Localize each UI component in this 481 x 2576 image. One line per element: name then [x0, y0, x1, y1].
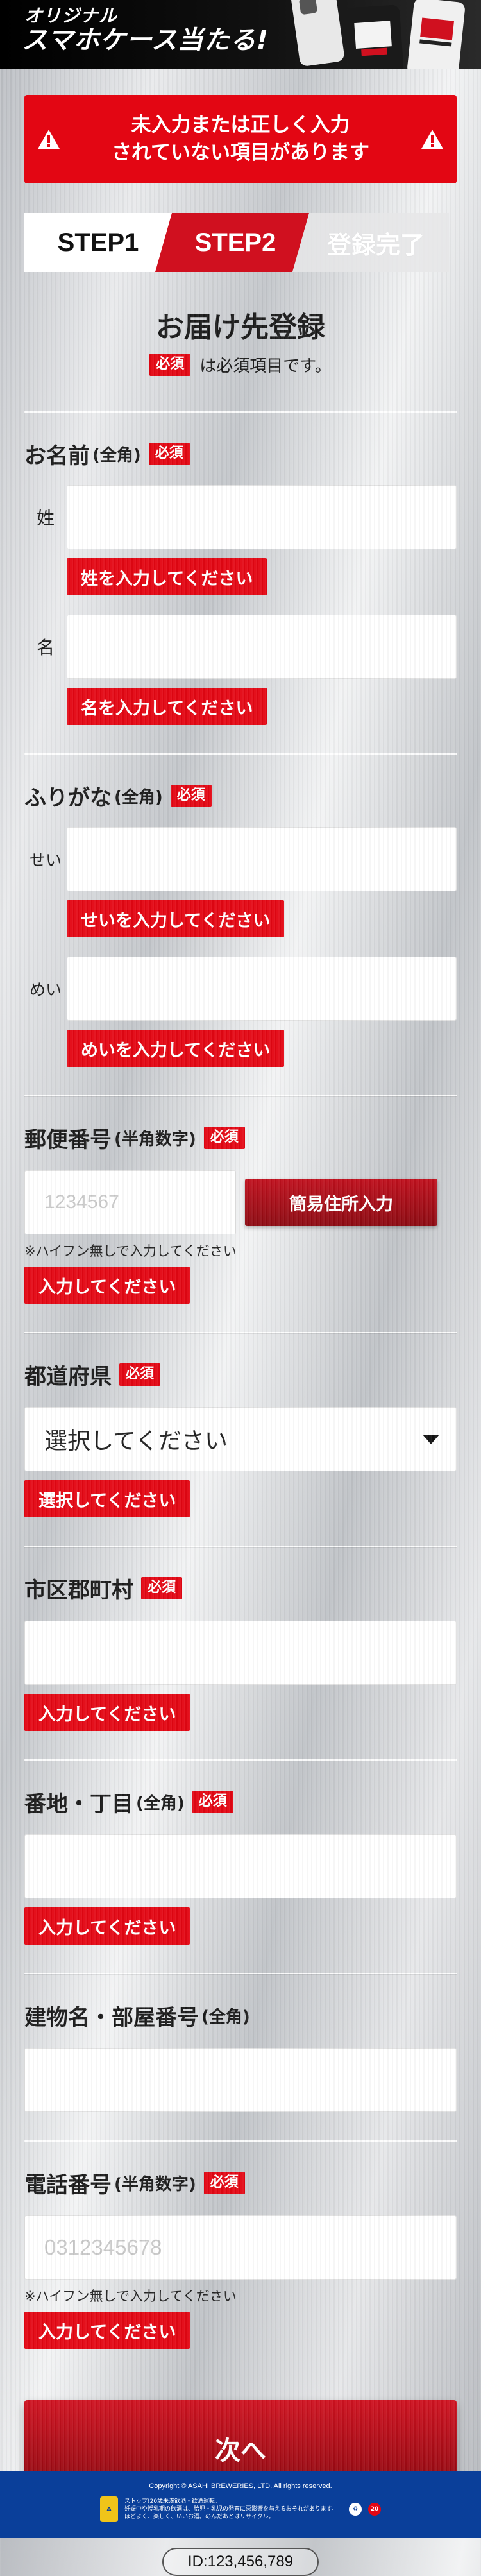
step-indicator: STEP1 STEP2 登録完了 — [24, 213, 457, 272]
campaign-title-line1: オリジナル — [24, 5, 118, 26]
street-error: 入力してください — [24, 1907, 190, 1945]
kana-label-text: ふりがな — [24, 785, 112, 811]
first-name-kana-input[interactable] — [67, 957, 457, 1021]
tel-label-text: 電話番号 — [24, 2172, 112, 2198]
alert-message-line2: されていない項目があります — [111, 141, 370, 164]
phone-cases-image — [291, 0, 465, 69]
first-name-kana-label: めい — [29, 980, 62, 999]
kana-field-group: ふりがな (全角) 必須 せい せいを入力してください めい めいを入力してくだ… — [24, 755, 457, 1067]
street-input[interactable] — [24, 1834, 457, 1898]
kana-label-hint: (全角) — [114, 788, 163, 807]
prefecture-selected-value: 選択してください — [44, 1428, 228, 1454]
name-field-group: お名前 (全角) 必須 姓 姓を入力してください 名 名を入力してください — [24, 413, 457, 725]
alert-message-line1: 未入力または正しく入力 — [131, 113, 350, 137]
required-badge: 必須 — [141, 1577, 183, 1599]
last-name-label: 姓 — [36, 508, 55, 529]
asahi-logo-icon: A — [100, 2496, 118, 2522]
warning-icon — [38, 130, 60, 149]
prefecture-error: 選択してください — [24, 1480, 190, 1517]
city-label-text: 市区郡町村 — [24, 1578, 133, 1603]
city-input[interactable] — [24, 1621, 457, 1685]
required-badge: 必須 — [170, 785, 212, 807]
id-badge: ID:123,456,789 — [162, 2548, 319, 2576]
prefecture-label: 都道府県 必須 — [24, 1359, 457, 1390]
validation-alert: 未入力または正しく入力 されていない項目があります — [24, 95, 457, 183]
street-label-hint: (全角) — [136, 1794, 185, 1813]
street-label: 番地・丁目 (全角) 必須 — [24, 1786, 457, 1818]
building-label: 建物名・部屋番号 (全角) — [24, 2000, 457, 2031]
city-label: 市区郡町村 必須 — [24, 1573, 457, 1604]
footer: Copyright © ASAHI BREWERIES, LTD. All ri… — [0, 2471, 481, 2538]
campaign-title-line2: スマホケース当たる! — [22, 25, 269, 55]
footer-notice: ストップ!20歳未満飲酒・飲酒運転。 妊娠中や授乳期の飲酒は、胎児・乳児の発育に… — [124, 2498, 342, 2521]
zip-help-text: ※ハイフン無しで入力してください — [24, 1243, 237, 1259]
step-2-current: STEP2 — [155, 213, 309, 272]
caret-down-icon — [423, 1434, 439, 1444]
last-name-kana-label: せい — [29, 851, 62, 869]
first-name-error: 名を入力してください — [67, 688, 267, 725]
last-name-kana-input[interactable] — [67, 827, 457, 891]
street-field-group: 番地・丁目 (全角) 必須 入力してください — [24, 1761, 457, 1945]
step-complete: 登録完了 — [292, 213, 449, 272]
zip-error: 入力してください — [24, 1267, 190, 1304]
zip-label-hint: (半角数字) — [114, 1130, 196, 1149]
last-name-input[interactable] — [67, 485, 457, 549]
footer-note-3: ほどよく、楽しく、いいお酒。のんだあとはリサイクル。 — [124, 2514, 274, 2521]
name-label: お名前 (全角) 必須 — [24, 438, 457, 470]
building-label-hint: (全角) — [201, 2008, 250, 2027]
city-error: 入力してください — [24, 1694, 190, 1731]
tel-help-text: ※ハイフン無しで入力してください — [24, 2289, 237, 2304]
name-label-hint: (全角) — [92, 446, 141, 465]
age-limit-icon: 20 — [368, 2503, 381, 2516]
warning-icon — [421, 130, 443, 149]
first-name-label: 名 — [36, 637, 55, 658]
name-label-text: お名前 — [24, 443, 90, 469]
last-name-kana-error: せいを入力してください — [67, 900, 285, 937]
zip-field-group: 郵便番号 (半角数字) 必須 1234567 簡易住所入力 ※ハイフン無しで入力… — [24, 1096, 457, 1304]
zip-label: 郵便番号 (半角数字) 必須 — [24, 1122, 457, 1154]
first-name-kana-error: めいを入力してください — [67, 1030, 285, 1067]
kana-label: ふりがな (全角) 必須 — [24, 780, 457, 812]
required-note: 必須 は必須項目です。 — [0, 353, 481, 377]
prefecture-field-group: 都道府県 必須 選択してください 選択してください — [24, 1333, 457, 1517]
address-lookup-button[interactable]: 簡易住所入力 — [245, 1179, 437, 1226]
recycle-icon: ♻ — [349, 2503, 362, 2516]
building-input[interactable] — [24, 2048, 457, 2112]
required-badge: 必須 — [203, 1127, 245, 1149]
building-field-group: 建物名・部屋番号 (全角) — [24, 1974, 457, 2112]
header-banner: オリジナル スマホケース当たる! — [0, 0, 481, 69]
copyright: Copyright © ASAHI BREWERIES, LTD. All ri… — [149, 2482, 332, 2490]
tel-input[interactable]: 0312345678 — [24, 2215, 457, 2280]
footer-note-2: 妊娠中や授乳期の飲酒は、胎児・乳児の発育に悪影響を与えるおそれがあります。 — [124, 2505, 337, 2512]
building-label-text: 建物名・部屋番号 — [24, 2005, 199, 2031]
footer-note-1: ストップ!20歳未満飲酒・飲酒運転。 — [124, 2498, 221, 2505]
city-field-group: 市区郡町村 必須 入力してください — [24, 1547, 457, 1731]
step-1: STEP1 — [24, 213, 172, 272]
required-badge: 必須 — [119, 1363, 161, 1386]
required-badge: 必須 — [192, 1791, 233, 1813]
required-badge: 必須 — [203, 2172, 245, 2194]
prefecture-select[interactable]: 選択してください — [24, 1407, 457, 1471]
required-badge: 必須 — [149, 354, 191, 376]
prefecture-label-text: 都道府県 — [24, 1364, 112, 1390]
street-label-text: 番地・丁目 — [24, 1791, 133, 1817]
tel-field-group: 電話番号 (半角数字) 必須 0312345678 ※ハイフン無しで入力してくだ… — [24, 2142, 457, 2349]
required-badge: 必須 — [148, 443, 190, 465]
first-name-input[interactable] — [67, 615, 457, 679]
last-name-error: 姓を入力してください — [67, 558, 267, 595]
campaign-title: オリジナル スマホケース当たる! — [22, 5, 269, 55]
zip-label-text: 郵便番号 — [24, 1127, 112, 1153]
alert-message: 未入力または正しく入力 されていない項目があります — [112, 112, 369, 167]
tel-label: 電話番号 (半角数字) 必須 — [24, 2167, 457, 2199]
tel-error: 入力してください — [24, 2312, 190, 2349]
page-title: お届け先登録 — [156, 311, 325, 344]
zip-input[interactable]: 1234567 — [24, 1170, 236, 1234]
tel-label-hint: (半角数字) — [114, 2175, 196, 2194]
required-note-text: は必須項目です。 — [199, 357, 332, 376]
